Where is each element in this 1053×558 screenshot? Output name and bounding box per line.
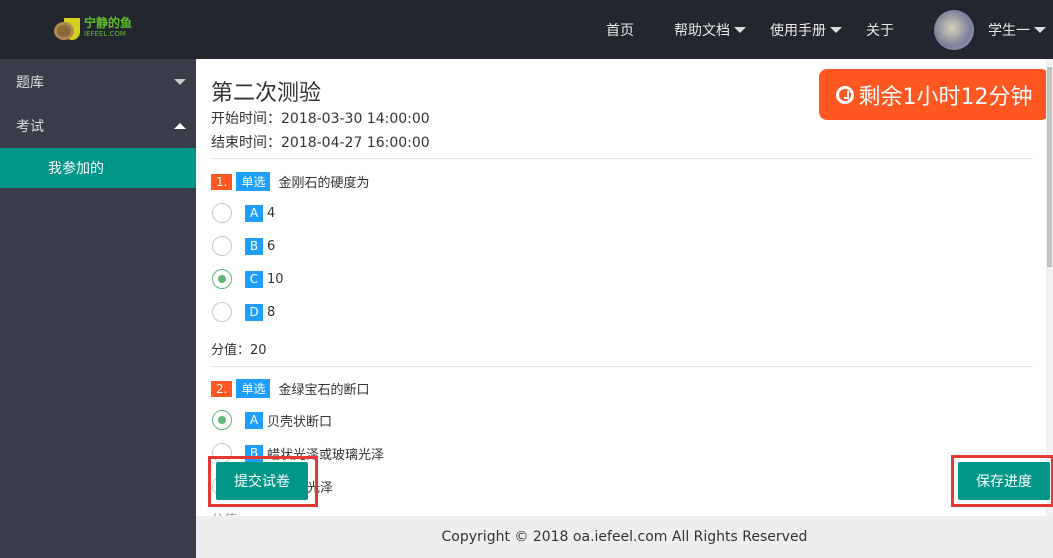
- option-text: 8: [267, 304, 276, 320]
- sidebar-item-my-exams[interactable]: 我参加的: [0, 148, 196, 188]
- nav-label: 关于: [866, 22, 894, 39]
- question-number: 1.: [211, 173, 233, 190]
- highlight-box: [208, 456, 318, 507]
- option-letter: D: [245, 303, 263, 321]
- question-score: 分值：20: [211, 343, 267, 358]
- user-menu[interactable]: 学生一: [988, 0, 1046, 59]
- nav-manual[interactable]: 使用手册: [770, 0, 842, 59]
- nav-label: 首页: [606, 22, 634, 39]
- option-text: 4: [267, 205, 276, 221]
- option-letter: C: [245, 270, 263, 288]
- caret-up-icon: [174, 123, 186, 129]
- start-time: 开始时间：2018-03-30 14:00:00: [211, 111, 430, 127]
- sidebar-item-question-bank[interactable]: 题库: [0, 59, 196, 104]
- option-text: 贝壳状断口: [267, 414, 333, 430]
- caret-down-icon: [830, 26, 842, 33]
- nav-help-docs[interactable]: 帮助文档: [674, 0, 746, 59]
- nav-about[interactable]: 关于: [866, 0, 894, 59]
- scrollbar-thumb[interactable]: [1047, 67, 1052, 267]
- radio-button-selected[interactable]: [212, 269, 232, 289]
- question-1: 1. 单选 金刚石的硬度为: [211, 172, 369, 191]
- highlight-box: [951, 455, 1053, 507]
- scrollbar[interactable]: [1046, 59, 1053, 516]
- page-title: 第二次测验: [211, 81, 322, 106]
- sidebar-item-exam[interactable]: 考试: [0, 104, 196, 148]
- option-letter: A: [245, 204, 263, 222]
- question-text: 金绿宝石的断口: [278, 383, 370, 398]
- footer: Copyright © 2018 oa.iefeel.com All Right…: [196, 516, 1053, 558]
- clock-icon: [835, 85, 854, 104]
- sidebar-item-label: 考试: [16, 119, 44, 135]
- option-1b[interactable]: B6: [212, 236, 275, 256]
- caret-down-icon: [1034, 26, 1046, 33]
- question-type-badge: 单选: [236, 172, 271, 191]
- avatar[interactable]: [934, 10, 974, 50]
- radio-button[interactable]: [212, 302, 232, 322]
- question-2: 2. 单选 金绿宝石的断口: [211, 379, 369, 398]
- nav-label: 使用手册: [770, 22, 826, 39]
- question-type-badge: 单选: [236, 379, 271, 398]
- divider: [211, 366, 1033, 367]
- option-text: 10: [267, 271, 284, 287]
- countdown-timer: 剩余1小时12分钟: [819, 69, 1046, 120]
- option-text: 6: [267, 238, 276, 254]
- sidebar-item-label: 我参加的: [48, 161, 104, 177]
- end-time: 结束时间：2018-04-27 16:00:00: [211, 135, 430, 151]
- divider: [211, 158, 1033, 159]
- top-bar: 宁静的鱼 IEFEEL.COM 首页 帮助文档 使用手册 关于 学生一: [0, 0, 1053, 59]
- snail-logo-icon: [52, 16, 82, 42]
- option-1a[interactable]: A4: [212, 203, 275, 223]
- logo[interactable]: 宁静的鱼 IEFEEL.COM: [52, 16, 132, 42]
- option-1c[interactable]: C 10: [212, 269, 284, 289]
- question-score: 分值: [211, 509, 237, 516]
- radio-button-selected[interactable]: [212, 410, 232, 430]
- question-text: 金刚石的硬度为: [278, 176, 370, 191]
- nav-label: 帮助文档: [674, 22, 730, 39]
- caret-down-icon: [734, 26, 746, 33]
- user-name: 学生一: [988, 22, 1030, 39]
- option-letter: A: [245, 411, 263, 429]
- radio-button[interactable]: [212, 203, 232, 223]
- logo-cn: 宁静的鱼: [84, 16, 133, 30]
- nav-home[interactable]: 首页: [606, 0, 634, 59]
- sidebar-item-label: 题库: [16, 74, 44, 91]
- caret-down-icon: [174, 78, 186, 85]
- radio-button[interactable]: [212, 236, 232, 256]
- question-number: 2.: [211, 380, 233, 397]
- option-letter: B: [245, 237, 263, 255]
- option-1d[interactable]: D8: [212, 302, 275, 322]
- exam-content: 第二次测验 开始时间：2018-03-30 14:00:00 结束时间：2018…: [196, 59, 1046, 516]
- timer-text: 剩余1小时12分钟: [858, 84, 1033, 110]
- option-2a[interactable]: A 贝壳状断口: [212, 410, 332, 430]
- sidebar: 题库 考试 我参加的: [0, 59, 196, 558]
- logo-en: IEFEEL.COM: [84, 30, 126, 38]
